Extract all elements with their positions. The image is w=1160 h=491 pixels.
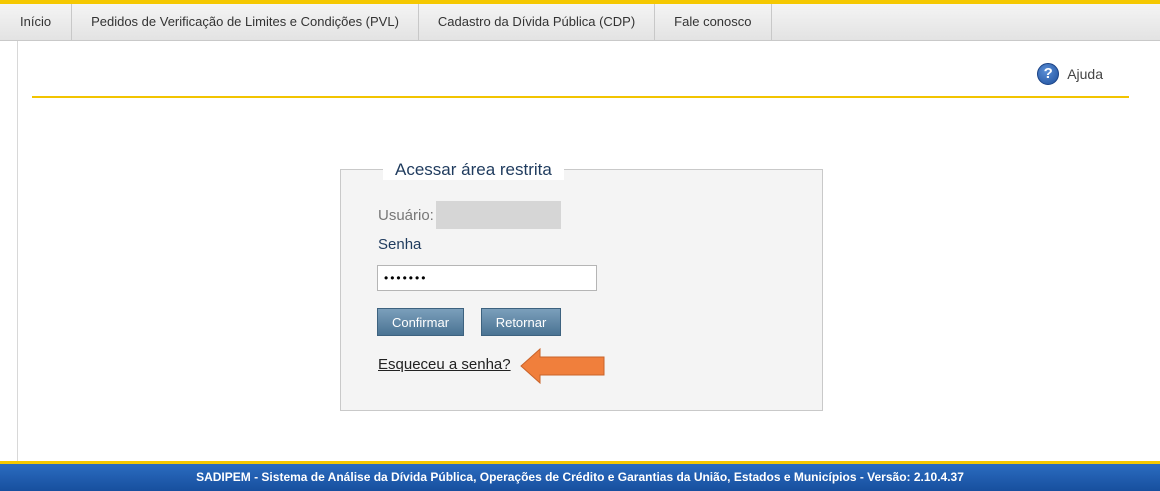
nav-item-fale-conosco[interactable]: Fale conosco <box>655 4 772 40</box>
password-input[interactable]: ••••••• <box>377 265 597 291</box>
footer-bar: SADIPEM - Sistema de Análise da Dívida P… <box>0 464 1160 491</box>
return-button[interactable]: Retornar <box>481 308 561 336</box>
nav-item-pvl[interactable]: Pedidos de Verificação de Limites e Cond… <box>72 4 419 40</box>
footer-text: SADIPEM - Sistema de Análise da Dívida P… <box>196 470 964 484</box>
login-legend: Acessar área restrita <box>383 160 564 180</box>
main-navigation: Início Pedidos de Verificação de Limites… <box>0 4 1160 41</box>
main-content: ? Ajuda Acessar área restrita Usuário: S… <box>17 41 1160 461</box>
user-row: Usuário: <box>378 201 561 229</box>
annotation-arrow-shape <box>520 348 605 384</box>
nav-item-inicio[interactable]: Início <box>0 4 73 40</box>
user-label: Usuário: <box>378 206 434 224</box>
annotation-arrow-icon <box>520 348 605 384</box>
redacted-username <box>435 201 561 229</box>
header-divider <box>32 96 1129 98</box>
nav-item-cdp[interactable]: Cadastro da Dívida Pública (CDP) <box>419 4 656 40</box>
confirm-button[interactable]: Confirmar <box>377 308 464 336</box>
question-icon: ? <box>1037 63 1060 85</box>
help-link[interactable]: ? Ajuda <box>1037 63 1103 85</box>
forgot-password-link[interactable]: Esqueceu a senha? <box>378 356 511 373</box>
help-label: Ajuda <box>1067 66 1103 82</box>
password-label: Senha <box>378 236 422 253</box>
